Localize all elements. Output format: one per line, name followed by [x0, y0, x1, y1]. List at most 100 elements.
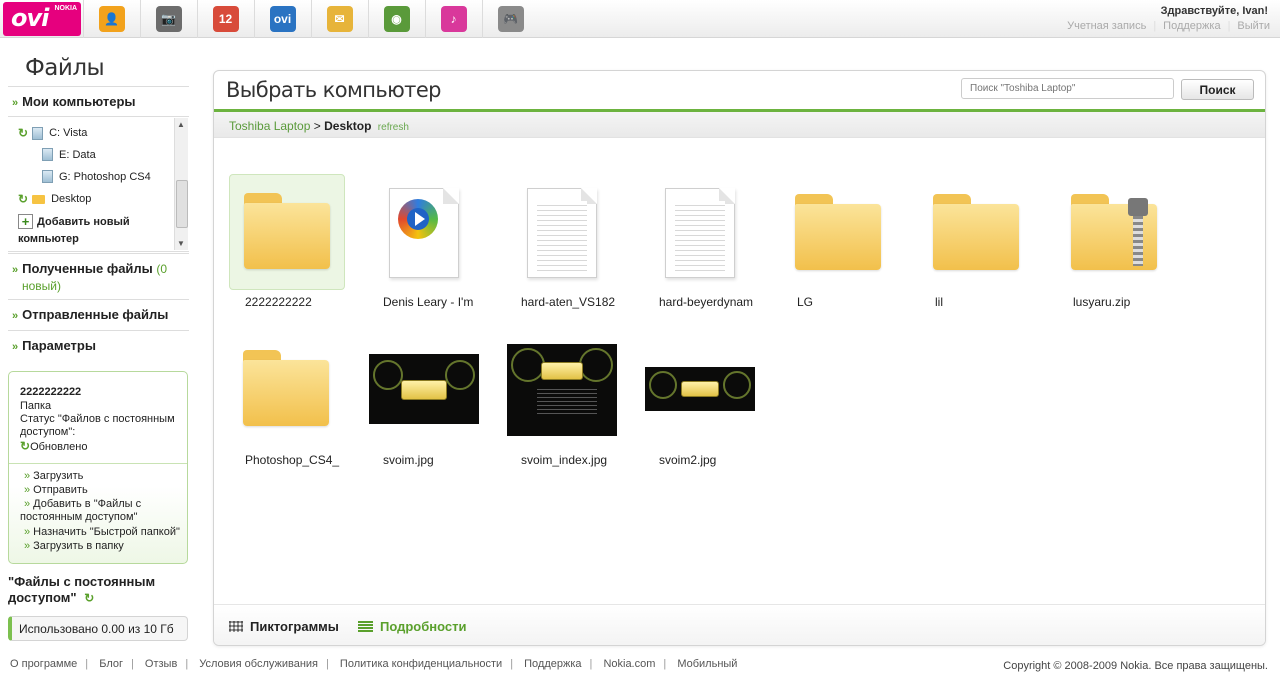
account-links: Учетная запись | Поддержка | Выйти [1067, 20, 1270, 32]
file-tile-svoim2-jpg[interactable] [643, 336, 759, 452]
folder-icon [32, 194, 46, 204]
file-tile-hard-aten[interactable] [505, 174, 621, 290]
selection-info-box: 2222222222 Папка Статус "Файлов с постоя… [8, 371, 188, 564]
sidebar-section-sent[interactable]: » Отправленные файлы [8, 299, 189, 330]
photos-app-icon: 📷 [155, 6, 182, 32]
file-browser-panel: Выбрать компьютер Поиск Toshiba Laptop >… [213, 70, 1266, 646]
file-label[interactable]: Photoshop_CS4_ [245, 453, 345, 467]
sidebar-section-received[interactable]: » Полученные файлы (0 новый) [8, 253, 189, 299]
logout-link[interactable]: Выйти [1237, 20, 1270, 32]
scroll-thumb[interactable] [176, 180, 188, 228]
app-tab-1[interactable]: 📷 [140, 0, 196, 38]
file-label[interactable]: LG [797, 295, 897, 309]
refresh-link[interactable]: refresh [378, 122, 409, 133]
file-label[interactable]: svoim.jpg [383, 453, 483, 467]
file-label[interactable]: hard-aten_VS182 [521, 295, 621, 309]
search-button[interactable]: Поиск [1181, 79, 1254, 100]
file-label[interactable]: hard-beyerdynam [659, 295, 759, 309]
footer-link-about[interactable]: О программе [10, 658, 77, 670]
store-app-icon: ovi [269, 6, 296, 32]
shared-files-title: "Файлы с постоянным доступом" ↻ [8, 574, 183, 606]
section-label: Параметры [22, 338, 96, 353]
file-tile-hard-beyerdynamic[interactable] [643, 174, 759, 290]
app-tab-7[interactable]: 🎮 [482, 0, 538, 38]
file-tile-photoshop-cs4[interactable] [229, 336, 345, 452]
divider [9, 463, 187, 464]
footer-link-feedback[interactable]: Отзыв [145, 658, 177, 670]
raquo-icon: » [12, 341, 19, 353]
folder-icon [933, 194, 1019, 270]
file-tile-lusyaru-zip[interactable] [1057, 174, 1173, 290]
tree-item-desktop[interactable]: ↻ Desktop [18, 192, 91, 206]
support-link[interactable]: Поддержка [1163, 20, 1220, 32]
app-tab-2[interactable]: 12 [197, 0, 253, 38]
logo-sub: NOKIA [54, 5, 77, 12]
view-icons-label: Пиктограммы [250, 619, 339, 634]
scroll-down-icon[interactable]: ▼ [177, 239, 185, 248]
app-tab-5[interactable]: ◉ [368, 0, 424, 38]
footer-link-mobile[interactable]: Мобильный [677, 658, 737, 670]
sync-icon: ↻ [18, 126, 29, 140]
footer-link-nokia[interactable]: Nokia.com [603, 658, 655, 670]
action-send[interactable]: » Отправить [24, 484, 88, 497]
file-label[interactable]: lusyaru.zip [1073, 295, 1173, 309]
view-details-label: Подробности [380, 619, 467, 634]
file-tile-2222222222[interactable] [229, 174, 345, 290]
status-value-text: Обновлено [30, 441, 88, 453]
tree-item-c-vista[interactable]: ↻ C: Vista [18, 126, 87, 140]
account-link[interactable]: Учетная запись [1067, 20, 1146, 32]
file-label[interactable]: svoim_index.jpg [521, 453, 621, 467]
mail-app-icon: ✉ [326, 6, 353, 32]
footer-link-terms[interactable]: Условия обслуживания [199, 658, 318, 670]
sync-icon: ↻ [20, 439, 31, 453]
search-input[interactable] [961, 78, 1174, 99]
tree-scrollbar[interactable]: ▲ ▼ [174, 118, 188, 250]
breadcrumb-separator: > [313, 119, 321, 133]
tree-item-g-photoshop[interactable]: G: Photoshop CS4 [42, 170, 151, 183]
file-tile-svoim-index-jpg[interactable] [505, 336, 621, 452]
breadcrumb: Toshiba Laptop > Desktop refresh [214, 112, 1265, 138]
app-tab-4[interactable]: ✉ [311, 0, 367, 38]
view-icons-button[interactable]: Пиктограммы [229, 619, 339, 634]
folder-icon [795, 194, 881, 270]
computer-tree: ↻ C: Vista E: Data G: Photoshop CS4 ↻ Desk… [8, 116, 189, 252]
add-computer-button[interactable]: + Добавить новый [18, 214, 130, 230]
file-tile-denis-leary[interactable] [367, 174, 483, 290]
ovi-logo[interactable]: ovi NOKIA [3, 2, 81, 36]
scroll-up-icon[interactable]: ▲ [177, 120, 185, 129]
panel-title: Выбрать компьютер [226, 78, 441, 102]
received-count: (0 [156, 262, 168, 276]
app-tab-6[interactable]: ♪ [425, 0, 481, 38]
file-label[interactable]: 2222222222 [245, 295, 345, 309]
action-quick-folder[interactable]: » Назначить "Быстрой папкой" [24, 526, 180, 539]
action-add-shared[interactable]: » Добавить в "Файлы с [24, 498, 141, 511]
footer-link-support[interactable]: Поддержка [524, 658, 581, 670]
action-upload-to-folder[interactable]: » Загрузить в папку [24, 540, 124, 553]
received-count-2: новый) [22, 279, 61, 293]
footer-link-blog[interactable]: Блог [99, 658, 123, 670]
file-label[interactable]: lil [935, 295, 1035, 309]
page-title: Файлы [25, 55, 105, 81]
app-tab-3[interactable]: ovi [254, 0, 310, 38]
sidebar-section-params[interactable]: » Параметры [8, 330, 189, 361]
file-label[interactable]: Denis Leary - I'm [383, 295, 483, 309]
app-tab-0[interactable]: 👤 [83, 0, 139, 38]
action-add-shared-2[interactable]: постоянным доступом" [20, 511, 137, 524]
file-tile-lil[interactable] [919, 174, 1035, 290]
section-label: Мои компьютеры [22, 94, 136, 109]
tree-item-e-data[interactable]: E: Data [42, 148, 96, 161]
action-upload[interactable]: » Загрузить [24, 470, 83, 483]
view-details-button[interactable]: Подробности [358, 619, 467, 634]
list-icon [358, 621, 373, 632]
file-tile-svoim-jpg[interactable] [367, 336, 483, 452]
file-label[interactable]: svoim2.jpg [659, 453, 759, 467]
breadcrumb-root-link[interactable]: Toshiba Laptop [229, 119, 310, 133]
sync-icon: ↻ [84, 591, 95, 605]
plus-icon: + [18, 214, 33, 229]
image-thumbnail [507, 344, 617, 436]
sidebar-section-my-computers[interactable]: » Мои компьютеры [8, 86, 189, 116]
footer-link-privacy[interactable]: Политика конфиденциальности [340, 658, 502, 670]
folder-icon [244, 193, 330, 269]
file-tile-lg[interactable] [781, 174, 897, 290]
storage-usage: Использовано 0.00 из 10 Гб [8, 616, 188, 641]
